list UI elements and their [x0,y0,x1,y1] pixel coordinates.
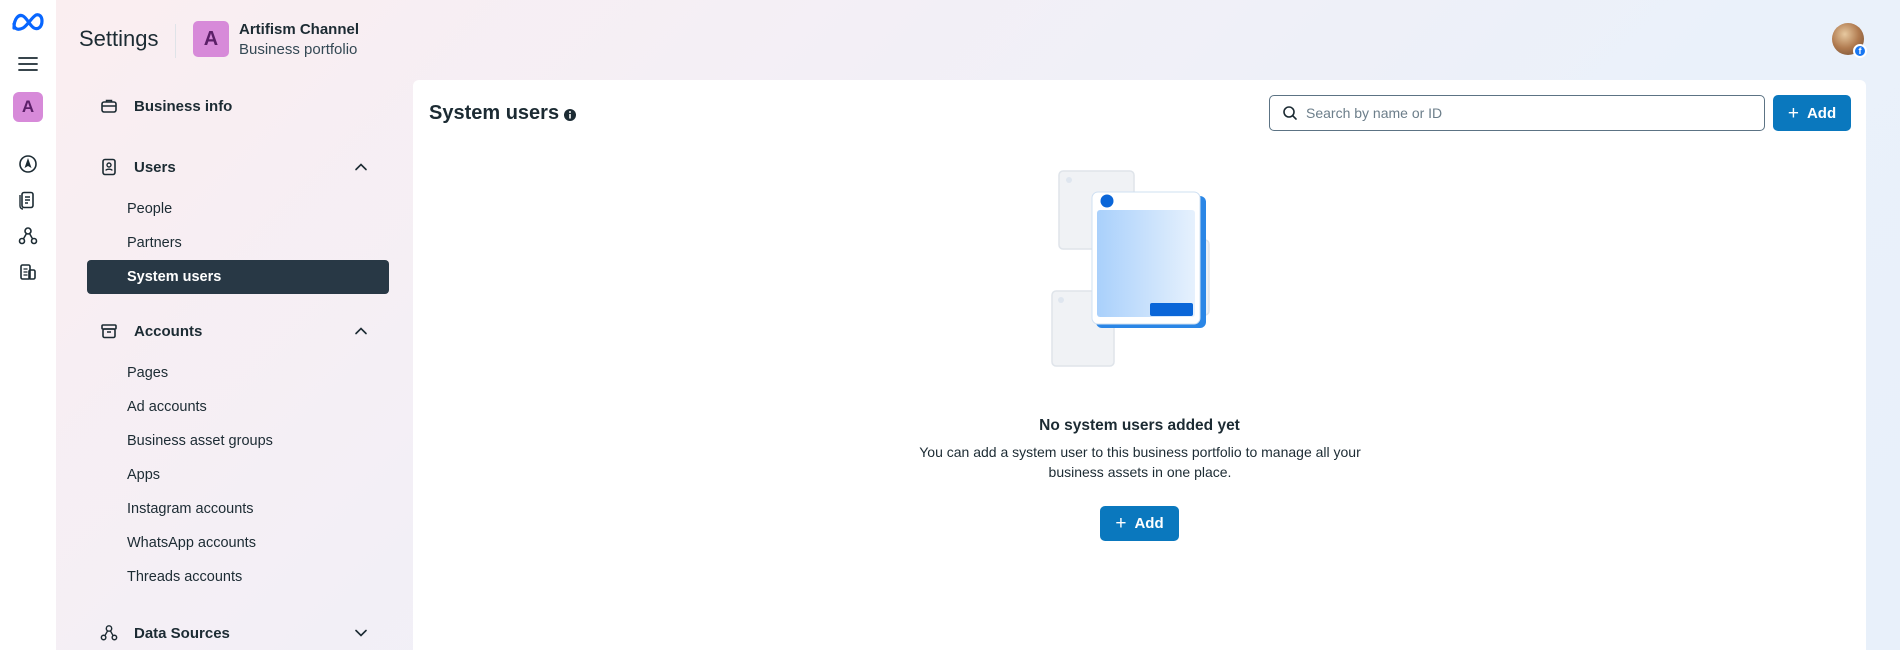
section-title: System users [429,102,560,124]
sidebar-item-system-users[interactable]: System users [87,260,389,294]
add-button-label: Add [1806,104,1837,122]
plus-icon: + [1115,513,1127,534]
search-icon [1283,106,1297,120]
sidebar-item-partners[interactable]: Partners [87,226,389,260]
sidebar-item-business-asset-groups[interactable]: Business asset groups [87,424,389,458]
left-rail: A [0,0,56,650]
sidebar-item-threads-accounts[interactable]: Threads accounts [87,560,389,594]
sidebar-item-people[interactable]: People [87,192,389,226]
info-icon[interactable] [563,108,577,122]
data-sources-icon[interactable] [10,218,46,254]
compass-icon[interactable] [10,146,46,182]
business-subtitle: Business portfolio [239,41,358,58]
billing-icon[interactable] [10,254,46,290]
empty-state-description: You can add a system user to this busine… [919,444,1361,480]
chevron-up-icon[interactable] [353,159,369,175]
page-title: Settings [79,26,159,51]
sidebar-section-label: Accounts [134,322,203,340]
meta-logo-icon[interactable] [10,10,46,34]
sidebar-item-whatsapp-accounts[interactable]: WhatsApp accounts [87,526,389,560]
briefcase-icon [99,96,119,116]
profile-avatar[interactable]: f [1832,23,1867,58]
search-input[interactable] [1306,105,1746,121]
empty-state-illustration [1051,170,1210,367]
archive-icon [99,321,119,341]
sidebar-item-label: Business info [134,97,233,115]
search-field[interactable] [1269,95,1765,131]
plus-icon: + [1787,102,1799,124]
chevron-up-icon[interactable] [353,323,369,339]
sidebar-section-accounts[interactable]: Accounts [87,314,389,348]
header-divider [175,24,176,58]
user-badge-icon [99,157,119,177]
sidebar-section-label: Users [134,158,176,176]
pages-icon[interactable] [10,182,46,218]
settings-nav: Business info Users People Partners Syst… [87,80,389,650]
sidebar-item-business-info[interactable]: Business info [87,89,389,123]
menu-icon[interactable] [10,46,46,82]
sidebar-item-apps[interactable]: Apps [87,458,389,492]
sidebar-item-pages[interactable]: Pages [87,356,389,390]
empty-state-title: No system users added yet [1039,417,1240,434]
main-panel: System users + Add No system users added… [413,80,1866,650]
add-button[interactable]: + Add [1773,95,1851,131]
business-name[interactable]: Artifism Channel [239,21,359,38]
sidebar-section-users[interactable]: Users [87,150,389,184]
business-avatar[interactable]: A [193,21,229,57]
chevron-down-icon[interactable] [353,625,369,641]
sidebar-section-data-sources[interactable]: Data Sources [87,616,389,650]
sidebar-section-label: Data Sources [134,624,230,642]
facebook-icon: f [1853,44,1867,58]
data-sources-icon [99,623,119,643]
add-button-label: Add [1134,515,1164,532]
account-avatar[interactable]: A [13,92,43,122]
sidebar-item-ad-accounts[interactable]: Ad accounts [87,390,389,424]
add-system-user-button[interactable]: + Add [1100,506,1179,541]
sidebar-item-instagram-accounts[interactable]: Instagram accounts [87,492,389,526]
